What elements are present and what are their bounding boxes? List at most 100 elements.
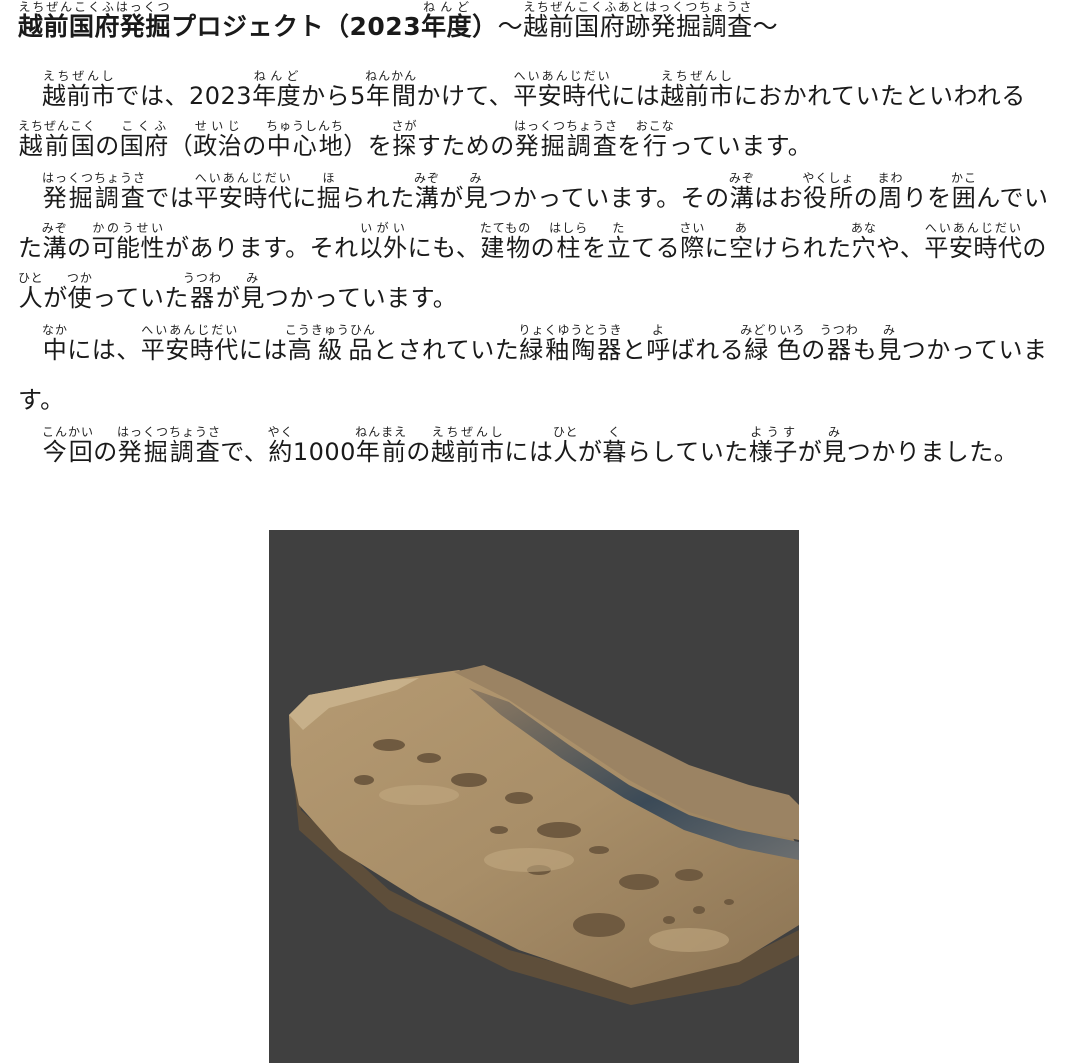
ruby-word: 行おこな <box>636 119 675 160</box>
text-run: にも、 <box>407 234 481 262</box>
furigana: ようす <box>748 425 798 439</box>
excavation-site-3d-model-image <box>269 530 799 1063</box>
text-run: りを <box>902 184 952 212</box>
furigana: ほ <box>316 171 342 185</box>
ruby-word: 際さい <box>679 221 706 262</box>
furigana: みぞ <box>414 171 441 185</box>
furigana: へいあんじだい <box>140 323 239 337</box>
ruby-base: 見 <box>877 336 902 364</box>
furigana: ひと <box>552 425 579 439</box>
text-run: の <box>67 234 92 262</box>
ruby-base: 越前市 <box>42 82 116 110</box>
ruby-base: 発掘調査 <box>514 132 619 160</box>
ruby-base: 年前 <box>355 438 408 466</box>
ruby-word: 呼よ <box>646 323 671 364</box>
text-run: では、2023 <box>115 82 253 110</box>
ruby-base: 平安時代 <box>194 184 293 212</box>
ruby-base: 緑釉陶器 <box>518 336 623 364</box>
paragraph-4: 今回こんかいの発掘調査はっくつちょうさで、約やく1000年前ねんまえの越前市えち… <box>18 425 1050 477</box>
text-run: ～ <box>752 12 779 41</box>
furigana: みどりいろ <box>740 323 806 337</box>
furigana: はしら <box>549 221 589 235</box>
furigana: みぞ <box>728 171 755 185</box>
furigana: あ <box>729 221 754 235</box>
article: 越前国府発掘えちぜんこくふはっくつプロジェクト（2023年度ねんど）～越前国府跡… <box>18 0 1050 477</box>
ruby-word: 中なか <box>42 323 68 364</box>
text-run: っていた <box>92 284 189 312</box>
ruby-base: 越前国府跡発掘調査 <box>523 12 753 41</box>
ruby-word: 越前市えちぜんし <box>660 69 734 110</box>
ruby-word: 可能性かのうせい <box>91 221 166 262</box>
ruby-base: 発掘調査 <box>117 438 222 466</box>
ruby-word: 年度ねんど <box>421 0 473 41</box>
ruby-word: 越前市えちぜんし <box>42 69 116 110</box>
ruby-base: 年度 <box>252 82 302 110</box>
furigana: りょくゆうとうき <box>518 323 623 337</box>
ruby-word: 越前国府発掘えちぜんこくふはっくつ <box>18 0 171 41</box>
ruby-word: 掘ほ <box>316 171 342 212</box>
text-run: に <box>704 234 730 262</box>
text-run: つかりました。 <box>846 438 1019 466</box>
ruby-word: 国府こくふ <box>120 119 169 160</box>
furigana: えちぜんし <box>430 425 505 439</box>
furigana: えちぜんし <box>660 69 734 83</box>
ruby-base: 平安時代 <box>513 82 612 110</box>
furigana: さい <box>679 221 706 235</box>
text-run: プロジェクト（2023 <box>171 12 422 41</box>
furigana: やくしょ <box>802 171 855 185</box>
text-run: が <box>43 284 68 312</box>
text-run: けられた <box>753 234 852 262</box>
title-subtitle: ～越前国府跡発掘調査えちぜんこくふあとはっくつちょうさ～ <box>498 0 779 41</box>
ruby-base: 掘 <box>316 184 342 212</box>
ruby-base: 見 <box>240 284 265 312</box>
text-run: の <box>95 132 120 160</box>
ruby-base: 空 <box>729 234 754 262</box>
furigana: ひと <box>18 271 44 285</box>
ruby-word: 見み <box>877 323 902 364</box>
furigana: み <box>463 171 489 185</box>
title-main: 越前国府発掘えちぜんこくふはっくつプロジェクト（2023年度ねんど） <box>18 0 498 41</box>
text-run: を <box>582 234 607 262</box>
text-run: とされていた <box>372 336 520 364</box>
ruby-word: 探さが <box>392 119 418 160</box>
ruby-base: 役所 <box>802 184 855 212</box>
ruby-word: 器うつわ <box>820 323 859 364</box>
ruby-word: 発掘調査はっくつちょうさ <box>514 119 619 160</box>
furigana: こんかい <box>42 425 95 439</box>
furigana: かのうせい <box>91 221 165 235</box>
ruby-word: 今回こんかい <box>42 425 94 466</box>
furigana: うつわ <box>182 271 222 285</box>
furigana: たてもの <box>479 221 532 235</box>
ruby-base: 使 <box>66 284 93 312</box>
ruby-base: 可能性 <box>91 234 165 262</box>
furigana: ねんど <box>252 69 302 83</box>
page-title: 越前国府発掘えちぜんこくふはっくつプロジェクト（2023年度ねんど）～越前国府跡… <box>18 0 1050 47</box>
furigana: みぞ <box>41 221 68 235</box>
ruby-word: 高級品こうきゅうひん <box>284 323 376 364</box>
ruby-word: 器うつわ <box>183 271 222 312</box>
furigana: く <box>602 425 627 439</box>
ruby-base: 年度 <box>421 12 473 41</box>
text-run: 1000 <box>292 438 356 466</box>
ruby-word: 越前市えちぜんし <box>431 425 505 466</box>
ruby-base: 発掘調査 <box>42 184 147 212</box>
ruby-word: 中心地ちゅうしんち <box>266 119 344 160</box>
ruby-word: 以外いがい <box>359 221 408 262</box>
furigana: た <box>606 221 632 235</box>
ruby-word: 溝みぞ <box>414 171 440 212</box>
ruby-base: 高級品 <box>284 336 376 364</box>
furigana: やく <box>267 425 294 439</box>
ruby-word: 年前ねんまえ <box>355 425 408 466</box>
text-run: も <box>852 336 878 364</box>
ruby-word: 年間ねんかん <box>365 69 417 110</box>
ruby-base: 際 <box>679 234 706 262</box>
furigana: み <box>240 271 265 285</box>
ruby-word: 越前国えちぜんこく <box>18 119 96 160</box>
ruby-base: 囲 <box>950 184 977 212</box>
text-run: が <box>439 184 464 212</box>
ruby-word: 見み <box>822 425 847 466</box>
ruby-word: 役所やくしょ <box>802 171 855 212</box>
ruby-word: 見み <box>464 171 489 212</box>
ruby-word: 見み <box>240 271 265 312</box>
text-run: と <box>621 336 647 364</box>
